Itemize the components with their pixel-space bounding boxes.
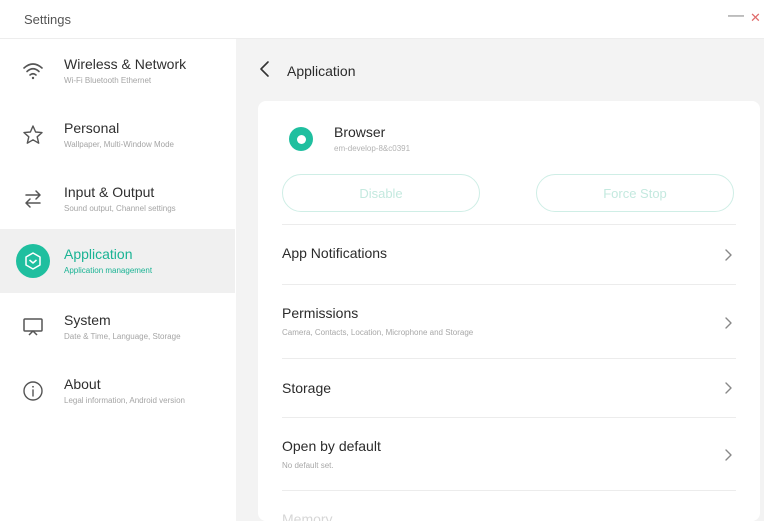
monitor-icon: [16, 310, 50, 344]
row-title: Storage: [282, 380, 332, 396]
browser-app-icon: [289, 127, 313, 151]
sidebar-item-personal[interactable]: Personal Wallpaper, Multi-Window Mode: [0, 103, 235, 167]
sidebar-item-subtitle: Wallpaper, Multi-Window Mode: [64, 140, 174, 149]
sidebar-item-subtitle: Wi-Fi Bluetooth Ethernet: [64, 76, 152, 85]
sidebar-item-title: Application: [64, 246, 133, 262]
wifi-icon: [16, 54, 50, 88]
sidebar-item-application[interactable]: Application Application management: [0, 229, 235, 293]
star-icon: [16, 118, 50, 152]
sidebar-item-subtitle: Sound output, Channel settings: [64, 204, 176, 213]
row-title: Memory: [282, 511, 333, 521]
row-subtitle: No default set.: [282, 461, 334, 470]
sidebar-item-title: System: [64, 312, 111, 328]
chevron-right-icon: [724, 448, 732, 461]
sidebar-item-system[interactable]: System Date & Time, Language, Storage: [0, 295, 235, 359]
page-header: Application: [236, 39, 764, 99]
sidebar-item-subtitle: Application management: [64, 266, 153, 275]
chevron-right-icon: [724, 381, 732, 394]
sidebar-item-wireless-network[interactable]: Wireless & Network Wi-Fi Bluetooth Ether…: [0, 39, 235, 103]
sidebar-item-subtitle: Legal information, Android version: [64, 396, 185, 405]
info-icon: [16, 374, 50, 408]
sidebar-item-input-output[interactable]: Input & Output Sound output, Channel set…: [0, 167, 235, 231]
sidebar-item-title: Wireless & Network: [64, 56, 187, 72]
main-panel: Application Browser em-develop-8&c0391 D…: [236, 39, 764, 521]
open-by-default-row[interactable]: Open by default No default set.: [258, 418, 760, 490]
app-name: Browser: [334, 124, 386, 140]
memory-row[interactable]: Memory: [258, 491, 760, 521]
disable-button[interactable]: Disable: [282, 174, 480, 212]
title-bar: Settings — ✕: [0, 0, 764, 39]
arrows-icon: [16, 182, 50, 216]
row-title: Permissions: [282, 305, 359, 321]
page-title: Application: [287, 63, 356, 79]
row-title: Open by default: [282, 438, 381, 454]
sidebar-item-subtitle: Date & Time, Language, Storage: [64, 332, 181, 341]
force-stop-button[interactable]: Force Stop: [536, 174, 734, 212]
app-info-card: Browser em-develop-8&c0391 Disable Force…: [258, 101, 760, 521]
sidebar-item-about[interactable]: About Legal information, Android version: [0, 359, 235, 423]
chevron-right-icon: [724, 316, 732, 329]
row-title: App Notifications: [282, 245, 388, 261]
storage-row[interactable]: Storage: [258, 359, 760, 417]
back-arrow-icon[interactable]: [258, 60, 272, 78]
sidebar-item-title: Personal: [64, 120, 120, 136]
close-button[interactable]: ✕: [750, 10, 761, 26]
sidebar-item-title: About: [64, 376, 101, 392]
sidebar: Wireless & Network Wi-Fi Bluetooth Ether…: [0, 39, 235, 521]
row-subtitle: Camera, Contacts, Location, Microphone a…: [282, 328, 474, 337]
app-notifications-row[interactable]: App Notifications: [258, 225, 760, 283]
application-icon: [16, 244, 50, 278]
permissions-row[interactable]: Permissions Camera, Contacts, Location, …: [258, 285, 760, 359]
sidebar-item-title: Input & Output: [64, 184, 155, 200]
app-package: em-develop-8&c0391: [334, 144, 411, 153]
minimize-button[interactable]: —: [728, 8, 744, 24]
window-title: Settings: [24, 12, 71, 27]
chevron-right-icon: [724, 248, 732, 261]
